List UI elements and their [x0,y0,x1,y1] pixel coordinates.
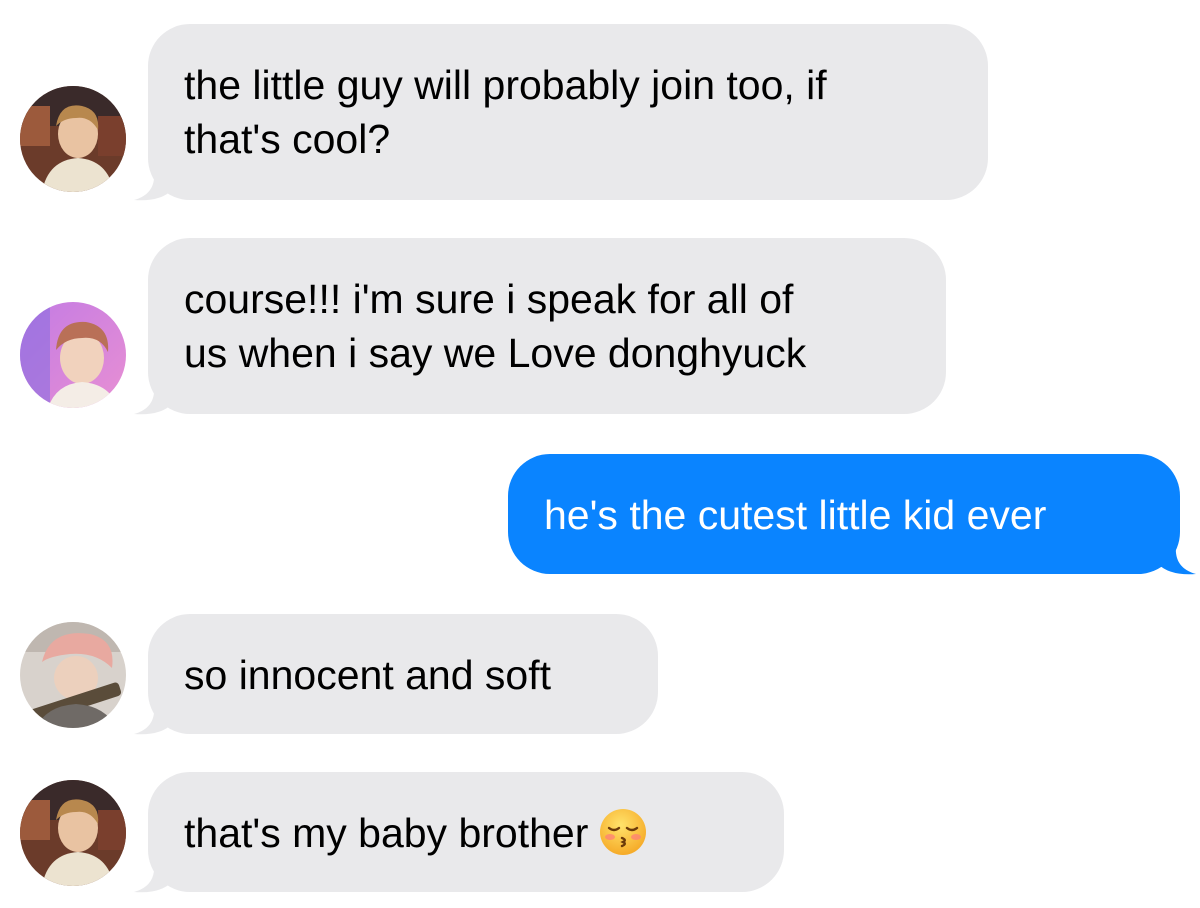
bubble-tail [134,706,172,735]
bubble-tail [1158,546,1196,575]
bubble-tail [134,386,172,415]
contact-avatar[interactable] [20,622,126,728]
message-text-line: that's my baby brother [184,806,748,860]
contact-avatar[interactable] [20,780,126,886]
contact-photo-icon [20,302,126,408]
contact-avatar[interactable] [20,302,126,408]
message-text-line: so innocent and soft [184,652,551,698]
message-bubble-outgoing[interactable]: he's the cutest little kid ever [508,454,1180,574]
message-bubble-incoming[interactable]: so innocent and soft [148,614,658,734]
message-bubble-incoming[interactable]: that's my baby brother [148,772,784,892]
message-text-line: the little guy will probably join too, i… [184,62,827,108]
contact-photo-icon [20,622,126,728]
message-bubble-incoming[interactable]: course!!! i'm sure i speak for all of us… [148,238,946,414]
messages-thread: { "colors": { "incoming_bubble": "#e9e9e… [0,0,1200,908]
contact-avatar[interactable] [20,86,126,192]
bubble-tail [134,172,172,201]
kissing-face-with-closed-eyes-emoji [600,809,647,856]
message-text-line: he's the cutest little kid ever [544,492,1047,538]
message-text: that's my baby brother [184,810,589,856]
message-bubble-incoming[interactable]: the little guy will probably join too, i… [148,24,988,200]
contact-photo-icon [20,86,126,192]
message-text-line: that's cool? [184,116,391,162]
bubble-tail [134,864,172,893]
message-text-line: us when i say we Love donghyuck [184,330,807,376]
message-text-line: course!!! i'm sure i speak for all of [184,276,794,322]
contact-photo-icon [20,780,126,886]
